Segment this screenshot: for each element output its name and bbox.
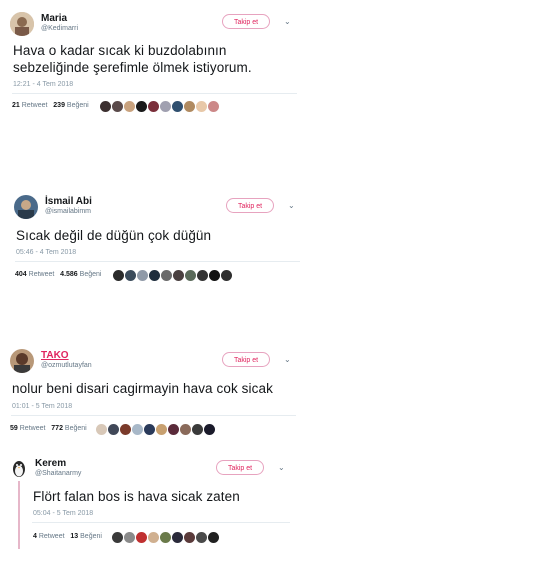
tweet-timestamp[interactable]: 12:21 - 4 Tem 2018 xyxy=(13,81,73,88)
liker-avatar[interactable] xyxy=(136,101,147,112)
retweet-label: Retweet xyxy=(28,271,55,278)
like-count: 239 xyxy=(53,102,65,109)
retweet-label: Retweet xyxy=(21,102,48,109)
like-label: Beğeni xyxy=(80,533,102,540)
tweet-timestamp[interactable]: 05:04 - 5 Tem 2018 xyxy=(33,510,93,517)
liker-avatar[interactable] xyxy=(161,270,172,281)
retweet-count: 4 xyxy=(33,533,37,540)
liker-avatar[interactable] xyxy=(108,424,119,435)
thread-line xyxy=(18,481,20,549)
tweet-stats[interactable]: 59 Retweet 772 Beğeni xyxy=(10,425,87,432)
like-label: Beğeni xyxy=(64,425,87,432)
liker-avatar[interactable] xyxy=(185,270,196,281)
liker-avatar[interactable] xyxy=(204,424,215,435)
retweet-count: 404 xyxy=(15,271,27,278)
avatar[interactable] xyxy=(8,457,30,479)
liker-avatar[interactable] xyxy=(96,424,107,435)
avatar[interactable] xyxy=(10,12,34,36)
liker-avatar[interactable] xyxy=(125,270,136,281)
retweet-label: Retweet xyxy=(38,533,65,540)
user-handle[interactable]: @ismailabimm xyxy=(45,208,91,215)
liker-avatar[interactable] xyxy=(132,424,143,435)
chevron-down-icon[interactable]: ⌄ xyxy=(284,17,291,27)
liker-avatar[interactable] xyxy=(180,424,191,435)
tweet-text-line-1: nolur beni disari cagirmayin hava cok si… xyxy=(12,381,273,396)
user-name[interactable]: İsmail Abi xyxy=(45,196,92,207)
liker-avatar[interactable] xyxy=(196,532,207,543)
liker-avatar[interactable] xyxy=(149,270,160,281)
follow-button[interactable]: Takip et xyxy=(226,198,274,213)
liker-avatar[interactable] xyxy=(192,424,203,435)
user-handle[interactable]: @Shaitanarmy xyxy=(35,470,81,477)
liker-avatar[interactable] xyxy=(137,270,148,281)
user-name[interactable]: Maria xyxy=(41,13,67,24)
tweet-stats[interactable]: 21 Retweet 239 Beğeni xyxy=(12,102,89,109)
liker-avatar[interactable] xyxy=(112,101,123,112)
tweet-text-line-1: Sıcak değil de düğün çok düğün xyxy=(16,228,212,243)
tweet-stats[interactable]: 404 Retweet 4.586 Beğeni xyxy=(15,271,101,278)
tweet-stats[interactable]: 4 Retweet 13 Beğeni xyxy=(33,533,102,540)
liker-avatar[interactable] xyxy=(197,270,208,281)
liker-avatar[interactable] xyxy=(208,101,219,112)
chevron-down-icon[interactable]: ⌄ xyxy=(288,201,295,211)
liker-avatar[interactable] xyxy=(168,424,179,435)
follow-button[interactable]: Takip et xyxy=(222,14,270,29)
liker-avatar[interactable] xyxy=(124,101,135,112)
liker-avatar[interactable] xyxy=(208,532,219,543)
liker-avatar[interactable] xyxy=(172,532,183,543)
liker-avatar[interactable] xyxy=(172,101,183,112)
liker-avatar[interactable] xyxy=(148,532,159,543)
liker-avatar[interactable] xyxy=(209,270,220,281)
liker-avatars[interactable] xyxy=(96,424,215,435)
like-count: 4.586 xyxy=(60,271,78,278)
user-handle[interactable]: @Kedimarri xyxy=(41,25,78,32)
liker-avatar[interactable] xyxy=(196,101,207,112)
divider xyxy=(15,261,300,262)
tweet-timestamp[interactable]: 05:46 - 4 Tem 2018 xyxy=(16,249,76,256)
follow-button[interactable]: Takip et xyxy=(222,352,270,367)
retweet-count: 21 xyxy=(12,102,20,109)
liker-avatars[interactable] xyxy=(112,532,219,543)
user-handle[interactable]: @ozmutlutayfan xyxy=(41,362,92,369)
tweet-text-line-1: Hava o kadar sıcak ki buzdolabının xyxy=(13,43,227,58)
user-name[interactable]: TAKO xyxy=(41,350,69,361)
user-name[interactable]: Kerem xyxy=(35,458,66,469)
liker-avatars[interactable] xyxy=(113,270,232,281)
liker-avatar[interactable] xyxy=(136,532,147,543)
liker-avatar[interactable] xyxy=(173,270,184,281)
avatar[interactable] xyxy=(10,349,34,373)
tweet-text-line-1: Flört falan bos is hava sicak zaten xyxy=(33,489,240,504)
tweet-text-line-2: sebzeliğinde şerefimle ölmek istiyorum. xyxy=(13,60,252,75)
chevron-down-icon[interactable]: ⌄ xyxy=(278,463,285,473)
liker-avatar[interactable] xyxy=(113,270,124,281)
like-label: Beğeni xyxy=(79,271,102,278)
liker-avatar[interactable] xyxy=(148,101,159,112)
liker-avatar[interactable] xyxy=(156,424,167,435)
like-count: 13 xyxy=(70,533,79,540)
liker-avatar[interactable] xyxy=(120,424,131,435)
liker-avatar[interactable] xyxy=(100,101,111,112)
divider xyxy=(32,522,290,523)
divider xyxy=(11,415,296,416)
retweet-count: 59 xyxy=(10,425,18,432)
liker-avatar[interactable] xyxy=(144,424,155,435)
tweet-timestamp[interactable]: 01:01 - 5 Tem 2018 xyxy=(12,403,72,410)
avatar[interactable] xyxy=(14,195,38,219)
like-count: 772 xyxy=(51,425,63,432)
liker-avatar[interactable] xyxy=(160,532,171,543)
retweet-label: Retweet xyxy=(19,425,46,432)
liker-avatar[interactable] xyxy=(184,532,195,543)
follow-button[interactable]: Takip et xyxy=(216,460,264,475)
liker-avatar[interactable] xyxy=(112,532,123,543)
like-label: Beğeni xyxy=(66,102,89,109)
liker-avatars[interactable] xyxy=(100,101,219,112)
liker-avatar[interactable] xyxy=(184,101,195,112)
divider xyxy=(12,93,297,94)
chevron-down-icon[interactable]: ⌄ xyxy=(284,355,291,365)
liker-avatar[interactable] xyxy=(221,270,232,281)
liker-avatar[interactable] xyxy=(124,532,135,543)
liker-avatar[interactable] xyxy=(160,101,171,112)
